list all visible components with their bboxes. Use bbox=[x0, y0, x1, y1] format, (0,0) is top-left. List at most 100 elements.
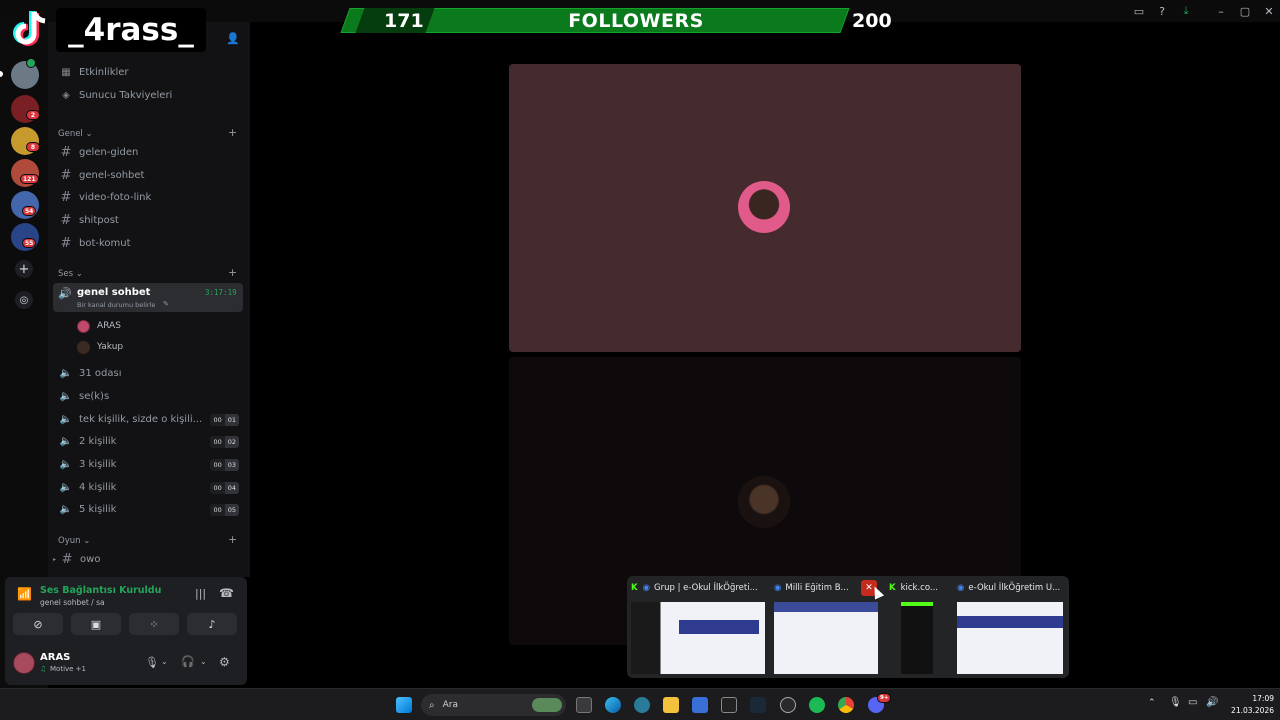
tray-mic-icon[interactable]: 🎙 bbox=[1169, 697, 1182, 708]
user-avatar[interactable] bbox=[13, 652, 35, 674]
microphone-icon[interactable]: 🎙 bbox=[145, 656, 159, 669]
settings-gear-icon[interactable]: ⚙ bbox=[219, 655, 230, 669]
close-window-icon[interactable]: ✕ bbox=[1262, 4, 1276, 18]
channel-shitpost[interactable]: # shitpost bbox=[53, 210, 243, 231]
follower-count: 171 bbox=[384, 9, 424, 32]
chevron-down-icon[interactable]: ⌄ bbox=[200, 657, 207, 666]
maximize-icon[interactable]: ▢ bbox=[1238, 4, 1252, 18]
search-icon: ⌕ bbox=[429, 699, 435, 711]
chevron-down-icon[interactable]: ⌄ bbox=[161, 657, 168, 666]
download-icon[interactable]: ⤓ bbox=[1179, 4, 1193, 18]
hash-icon: # bbox=[60, 190, 72, 205]
voice-channel-31-odasi[interactable]: 🔈 31 odası bbox=[53, 363, 243, 384]
add-server-icon[interactable]: + bbox=[15, 260, 33, 278]
camera-toggle-button[interactable]: ⊘ bbox=[13, 613, 63, 635]
thumbnail-window-3[interactable]: Kkick.co... bbox=[889, 580, 949, 674]
volume-icon[interactable]: 🔊 bbox=[1206, 697, 1218, 708]
voice-channel-2-kisilik[interactable]: 🔈 2 kişilik 00 02 bbox=[53, 431, 243, 452]
voice-channel-4-kisilik[interactable]: 🔈 4 kişilik 00 04 bbox=[53, 477, 243, 498]
category-oyun[interactable]: Oyun ⌄ bbox=[58, 536, 90, 546]
chrome-icon: ◉ bbox=[642, 583, 651, 593]
sidebar-item-boosts[interactable]: ◈ Sunucu Takviyeleri bbox=[53, 85, 243, 106]
network-icon[interactable]: ▭ bbox=[1188, 697, 1197, 708]
app-icon[interactable] bbox=[780, 697, 796, 713]
calendar-icon: ▦ bbox=[61, 67, 71, 78]
tray-overflow-icon[interactable]: ⌃ bbox=[1148, 698, 1156, 708]
thumbnail-image bbox=[901, 602, 933, 674]
spotify-icon[interactable] bbox=[809, 697, 825, 713]
thumbnail-label: e-Okul İlkÖğretim U... bbox=[968, 583, 1061, 593]
thumbnail-window-1[interactable]: K ◉ Grup | e-Okul İlkÖğreti... bbox=[631, 580, 765, 674]
taskbar-thumbnail-preview: K ◉ Grup | e-Okul İlkÖğreti... ◉ Milli Eğit… bbox=[627, 576, 1069, 678]
soundboard-button[interactable]: ♪ bbox=[187, 613, 237, 635]
noise-suppression-icon[interactable]: ||| bbox=[195, 587, 206, 600]
participant-tile-aras[interactable] bbox=[509, 64, 1021, 352]
voice-channel-3-kisilik[interactable]: 🔈 3 kişilik 00 03 bbox=[53, 454, 243, 475]
disconnect-icon[interactable]: ☎ bbox=[219, 586, 234, 600]
voice-member-aras[interactable]: ARAS bbox=[77, 318, 217, 334]
invite-people-icon[interactable]: 👤 bbox=[226, 32, 240, 45]
channel-genel-sohbet[interactable]: # genel-sohbet bbox=[53, 165, 243, 186]
edge-dev-icon[interactable] bbox=[634, 697, 650, 713]
thumbnail-label: kick.co... bbox=[900, 583, 939, 593]
user-count: 00 bbox=[210, 413, 225, 426]
channel-label: gelen-giden bbox=[79, 147, 139, 158]
user-limit: 02 bbox=[224, 435, 239, 448]
sidebar-item-events[interactable]: ▦ Etkinlikler bbox=[53, 62, 243, 83]
steam-icon[interactable] bbox=[750, 697, 766, 713]
voice-channel-path[interactable]: genel sohbet / sa bbox=[40, 598, 105, 607]
channel-gelen-giden[interactable]: # gelen-giden bbox=[53, 142, 243, 163]
active-server-pip bbox=[0, 71, 3, 77]
user-limit-tag: 00 01 bbox=[210, 413, 239, 426]
voice-channel-seks[interactable]: 🔈 se(k)s bbox=[53, 386, 243, 407]
system-clock[interactable]: 17:09 21.03.2026 bbox=[1226, 693, 1274, 717]
channel-bot-komut[interactable]: # bot-komut bbox=[53, 233, 243, 254]
channel-owo[interactable]: ▸ # owo bbox=[53, 549, 243, 570]
activities-button[interactable]: ⁘ bbox=[129, 613, 179, 635]
taskbar-search[interactable]: ⌕ Ara bbox=[421, 694, 566, 716]
category-label: Oyun bbox=[58, 536, 81, 546]
user-limit: 05 bbox=[224, 503, 239, 516]
file-explorer-icon[interactable] bbox=[663, 697, 679, 713]
edit-pencil-icon[interactable]: ✎ bbox=[163, 300, 169, 308]
help-icon[interactable]: ? bbox=[1155, 4, 1169, 18]
store-icon[interactable] bbox=[692, 697, 708, 713]
inbox-icon[interactable]: ▭ bbox=[1132, 4, 1146, 18]
headphones-icon[interactable]: 🎧 bbox=[181, 655, 195, 668]
voice-member-yakup[interactable]: Yakup bbox=[77, 339, 217, 355]
add-channel-oyun-icon[interactable]: + bbox=[228, 533, 237, 546]
minimize-icon[interactable]: – bbox=[1214, 4, 1228, 18]
thumbnail-window-2[interactable]: ◉ Milli Eğitim B... ✕ bbox=[774, 580, 880, 674]
user-limit-tag: 00 02 bbox=[210, 435, 239, 448]
voice-channel-tek-kisilik[interactable]: 🔈 tek kişilik, sizde o kişili... 00 01 bbox=[53, 409, 243, 430]
epic-games-icon[interactable] bbox=[721, 697, 737, 713]
user-name[interactable]: ARAS bbox=[40, 652, 70, 663]
active-voice-channel[interactable]: 🔊 genel sohbet 3:17:19 Bir kanal durumu … bbox=[53, 283, 243, 312]
task-view-icon[interactable] bbox=[576, 697, 592, 713]
thumbnail-window-4[interactable]: ◉ e-Okul İlkÖğretim U... bbox=[957, 580, 1065, 674]
add-channel-genel-icon[interactable]: + bbox=[228, 126, 237, 139]
voice-status[interactable]: Ses Bağlantısı Kuruldu bbox=[40, 585, 161, 596]
member-name: Yakup bbox=[97, 342, 124, 352]
channel-label: genel-sohbet bbox=[79, 170, 145, 181]
chrome-taskbar-icon[interactable] bbox=[838, 697, 854, 713]
category-genel[interactable]: Genel ⌄ bbox=[58, 129, 93, 139]
channel-status-text[interactable]: Bir kanal durumu belirle bbox=[77, 301, 155, 309]
add-channel-ses-icon[interactable]: + bbox=[228, 266, 237, 279]
category-label: Genel bbox=[58, 129, 83, 139]
edge-icon[interactable] bbox=[605, 697, 621, 713]
start-menu-icon[interactable] bbox=[396, 697, 412, 713]
voice-channel-label: genel sohbet bbox=[77, 287, 151, 298]
thumbnail-label: Grup | e-Okul İlkÖğreti... bbox=[654, 583, 758, 593]
discover-icon[interactable]: ◎ bbox=[15, 291, 33, 309]
voice-channel-5-kisilik[interactable]: 🔈 5 kişilik 00 05 bbox=[53, 499, 243, 520]
signal-icon[interactable]: 📶 bbox=[17, 587, 32, 601]
screen-share-button[interactable]: ▣ bbox=[71, 613, 121, 635]
thumbnail-banner bbox=[901, 602, 933, 606]
category-ses[interactable]: Ses ⌄ bbox=[58, 269, 83, 279]
user-activity: Motive +1 bbox=[50, 665, 87, 673]
user-limit-tag: 00 05 bbox=[210, 503, 239, 516]
channel-video-foto-link[interactable]: # video-foto-link bbox=[53, 187, 243, 208]
thumbnail-title: ◉ Milli Eğitim B... bbox=[774, 580, 849, 596]
collapsed-arrow-icon: ▸ bbox=[53, 556, 57, 563]
